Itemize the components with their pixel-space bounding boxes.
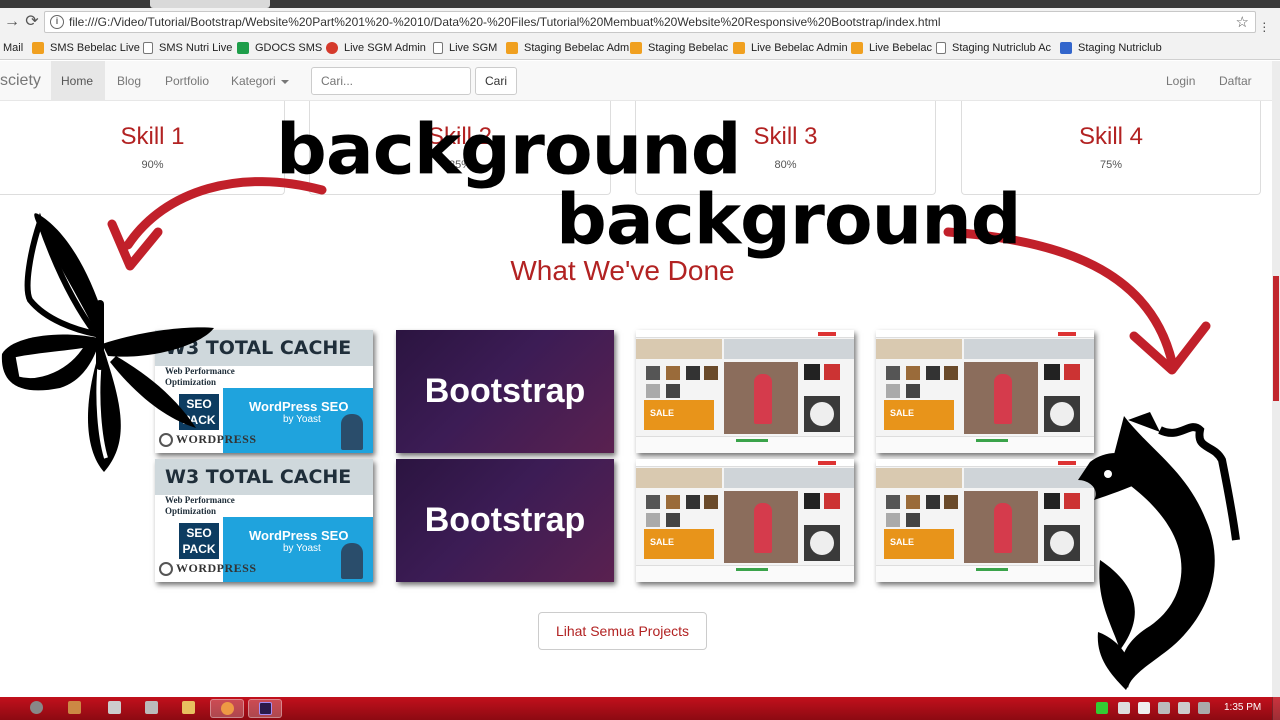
tray-icon[interactable]	[1198, 702, 1210, 714]
os-taskbar: 1:35 PM	[0, 697, 1280, 720]
volume-icon[interactable]	[1138, 702, 1150, 714]
taskbar-chrome[interactable]	[210, 699, 244, 718]
app-icon[interactable]	[145, 701, 158, 714]
folder-icon	[182, 701, 195, 714]
taskbar-premiere[interactable]	[248, 699, 282, 718]
chrome-icon	[221, 702, 234, 715]
network-icon[interactable]	[1158, 702, 1170, 714]
app-icon[interactable]	[108, 701, 121, 714]
tray-icon[interactable]	[1118, 702, 1130, 714]
show-desktop-button[interactable]	[1272, 697, 1280, 720]
dragon-tattoo-icon	[1078, 412, 1240, 690]
app-icon[interactable]	[68, 701, 81, 714]
premiere-icon	[259, 702, 272, 715]
system-clock[interactable]: 1:35 PM	[1224, 702, 1261, 713]
butterfly-tattoo-icon	[1, 212, 214, 472]
app-icon[interactable]	[30, 701, 43, 714]
tray-icon[interactable]	[1096, 702, 1108, 714]
taskbar-explorer[interactable]	[172, 699, 206, 718]
tray-icon[interactable]	[1178, 702, 1190, 714]
overlay-text-background: background	[556, 178, 1022, 261]
